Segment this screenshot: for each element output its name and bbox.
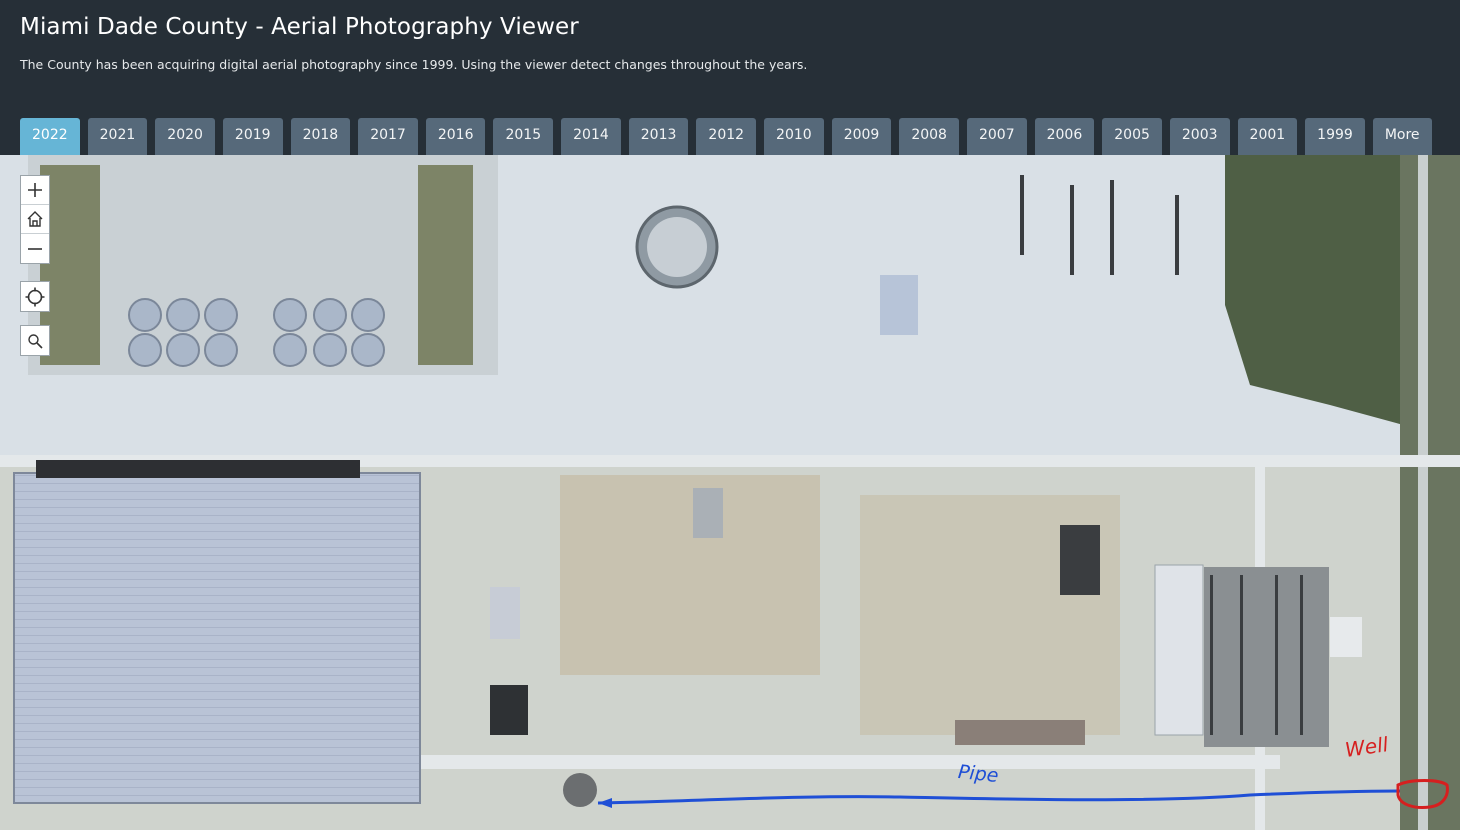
tab-2021[interactable]: 2021 <box>87 118 148 155</box>
zoom-in-button[interactable] <box>21 176 49 205</box>
locate-control <box>20 281 50 312</box>
minus-icon <box>28 247 42 250</box>
storage-tank <box>563 773 597 807</box>
aerial-imagery <box>0 155 1460 830</box>
tab-2009[interactable]: 2009 <box>831 118 892 155</box>
home-button[interactable] <box>21 205 49 234</box>
building <box>1330 617 1362 657</box>
search-button[interactable] <box>21 326 49 355</box>
zoom-controls <box>20 175 50 264</box>
home-icon <box>27 211 43 227</box>
warehouse-shadow <box>36 460 360 478</box>
tab-2020[interactable]: 2020 <box>155 118 215 155</box>
basin <box>418 165 473 365</box>
page-title: Miami Dade County - Aerial Photography V… <box>20 14 579 40</box>
crosshair-icon <box>25 287 45 306</box>
tab-2010[interactable]: 2010 <box>764 118 824 155</box>
storage-tank-inner <box>647 217 707 277</box>
aerial-map[interactable]: Pipe Well <box>0 155 1460 830</box>
parking-lot <box>1204 567 1329 747</box>
tab-2015[interactable]: 2015 <box>493 118 554 155</box>
tab-2016[interactable]: 2016 <box>425 118 486 155</box>
tab-2018[interactable]: 2018 <box>290 118 351 155</box>
tab-2003[interactable]: 2003 <box>1169 118 1230 155</box>
building <box>1154 564 1204 736</box>
tab-2019[interactable]: 2019 <box>222 118 283 155</box>
tab-2008[interactable]: 2008 <box>899 118 959 155</box>
magnifier-icon <box>28 333 43 349</box>
building <box>693 488 723 538</box>
zoom-out-button[interactable] <box>21 234 49 263</box>
tab-2013[interactable]: 2013 <box>628 118 689 155</box>
dirt-lot <box>560 475 820 675</box>
tab-2005[interactable]: 2005 <box>1102 118 1162 155</box>
tab-2006[interactable]: 2006 <box>1034 118 1095 155</box>
tab-2014[interactable]: 2014 <box>561 118 621 155</box>
plus-icon <box>28 183 42 197</box>
tab-2012[interactable]: 2012 <box>696 118 757 155</box>
tab-more[interactable]: More <box>1372 118 1432 155</box>
vegetation-strip <box>1400 155 1460 830</box>
road <box>1418 155 1428 830</box>
building <box>490 587 520 639</box>
tab-1999[interactable]: 1999 <box>1305 118 1365 155</box>
page-subtitle: The County has been acquiring digital ae… <box>20 57 808 72</box>
building <box>880 275 918 335</box>
building <box>490 685 528 735</box>
road <box>420 755 1280 769</box>
building <box>955 720 1085 745</box>
year-tabs: 2022 2021 2020 2019 2018 2017 2016 2015 … <box>20 118 1432 155</box>
app-header: Miami Dade County - Aerial Photography V… <box>0 0 1460 155</box>
locate-button[interactable] <box>21 282 49 311</box>
tab-2001[interactable]: 2001 <box>1237 118 1298 155</box>
tab-2007[interactable]: 2007 <box>966 118 1027 155</box>
pipe-label: Pipe <box>956 760 1000 788</box>
tab-2017[interactable]: 2017 <box>358 118 418 155</box>
tab-2022[interactable]: 2022 <box>20 118 80 155</box>
search-control <box>20 325 50 356</box>
warehouse-roof <box>13 472 421 804</box>
